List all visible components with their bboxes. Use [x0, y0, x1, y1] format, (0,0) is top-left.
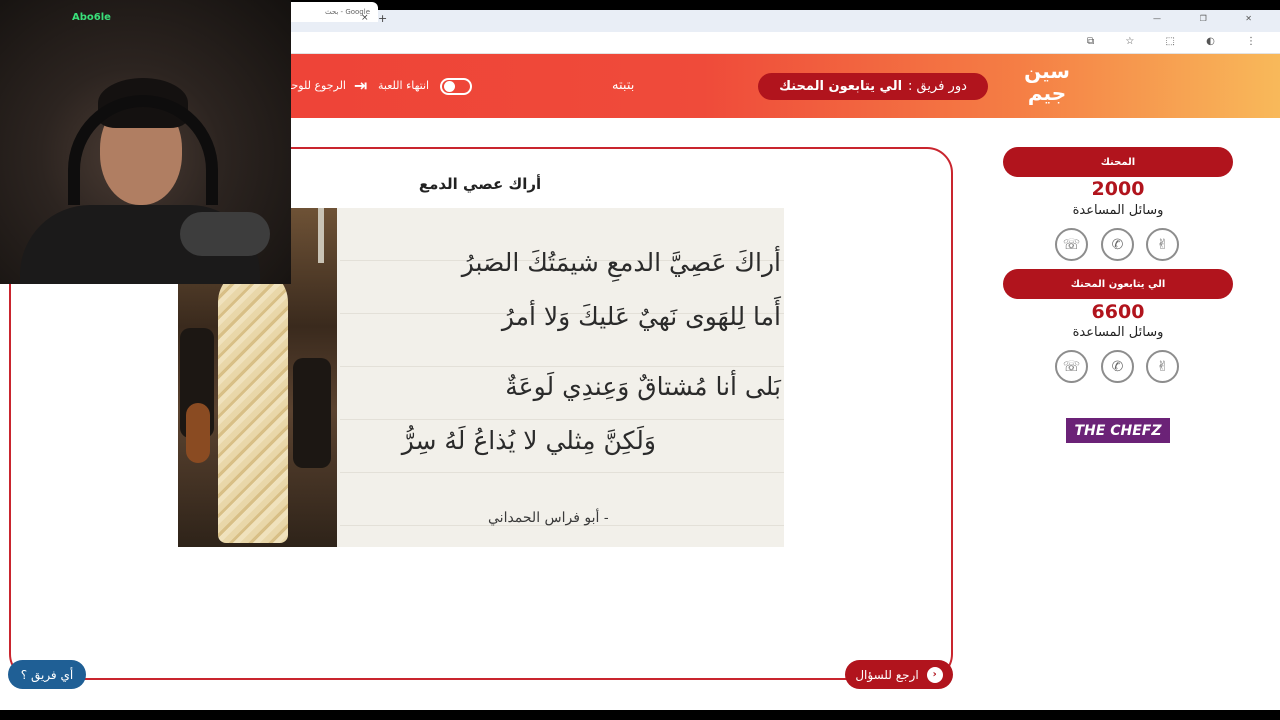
- poem-author: - أبو فراس الحمداني: [488, 510, 609, 526]
- end-game-button[interactable]: انتهاء اللعبة: [378, 79, 429, 92]
- back-to-question-label: ارجع للسؤال: [855, 667, 919, 682]
- screen: Google - بحث × + — ❐ ✕ ⧉ ☆ ⬚ ◐ ⋮ سين جيم…: [0, 0, 1280, 720]
- webcam-overlay: Abo6le: [0, 0, 291, 284]
- back-to-question-button[interactable]: ‹ ارجع للسؤال: [845, 660, 953, 689]
- sponsor-logo: THE CHEFZ: [1066, 418, 1170, 443]
- toolbar-icons[interactable]: ⧉ ☆ ⬚ ◐ ⋮: [1087, 36, 1270, 47]
- which-team-button[interactable]: أي فريق ؟: [8, 660, 86, 689]
- singer-robe: [218, 268, 288, 543]
- team-2-score: 6600: [1091, 301, 1145, 323]
- chevron-left-icon: ‹: [926, 666, 943, 683]
- back-to-board-button[interactable]: الرجوع للوحة: [290, 79, 346, 92]
- window-controls[interactable]: — ❐ ✕: [1153, 14, 1270, 23]
- streamer-name: Abo6le: [72, 12, 111, 23]
- bottom-bar: [0, 710, 1280, 720]
- phone-call-icon[interactable]: ✆: [1101, 228, 1134, 261]
- two-choices-icon[interactable]: ✌: [1146, 228, 1179, 261]
- turn-label: دور فريق :: [908, 79, 967, 94]
- question-title: أراك عصي الدمع: [418, 175, 542, 193]
- turn-indicator: دور فريق : الي يتابعون المحنك: [758, 73, 988, 100]
- double-answer-icon[interactable]: ☏: [1055, 228, 1088, 261]
- poem-line: وَلَكِنَّ مِثلي لا يُذاعُ لَهُ سِرُّ: [401, 426, 656, 455]
- tab-close-icon[interactable]: ×: [361, 13, 369, 23]
- musician-right: [293, 358, 331, 468]
- poem-line: أَما لِلهَوى نَهيٌ عَليكَ وَلا أمرُ: [501, 302, 781, 331]
- new-tab-icon[interactable]: +: [378, 12, 387, 25]
- toggle-switch[interactable]: [440, 78, 472, 95]
- team-2-aids-label: وسائل المساعدة: [1072, 325, 1164, 340]
- team-2-name: الي يتابعون المحنك: [1003, 269, 1233, 299]
- poem-line: أراكَ عَصِيَّ الدمعِ شيمَتُكَ الصَبرُ: [461, 248, 781, 277]
- poem-line: بَلى أنا مُشتاقٌ وَعِندِي لَوعَةٌ: [505, 372, 781, 401]
- cello: [186, 403, 210, 463]
- headset: [68, 95, 218, 205]
- phone-call-icon[interactable]: ✆: [1101, 350, 1134, 383]
- two-choices-icon[interactable]: ✌: [1146, 350, 1179, 383]
- game-logo: سين جيم: [1024, 59, 1070, 105]
- microphone: [180, 212, 270, 256]
- bettah-label: بتبته: [612, 78, 635, 93]
- turn-team-name: الي يتابعون المحنك: [779, 79, 903, 94]
- team-1-name: المحنك: [1003, 147, 1233, 177]
- microphone-stand: [318, 208, 324, 263]
- team-1-aids-label: وسائل المساعدة: [1072, 203, 1164, 218]
- exit-icon[interactable]: ⇥: [354, 76, 367, 95]
- poem-text-area: أراكَ عَصِيَّ الدمعِ شيمَتُكَ الصَبرُ أَ…: [340, 208, 784, 547]
- toggle-knob: [444, 81, 455, 92]
- team-1-score: 2000: [1091, 178, 1145, 200]
- double-answer-icon[interactable]: ☏: [1055, 350, 1088, 383]
